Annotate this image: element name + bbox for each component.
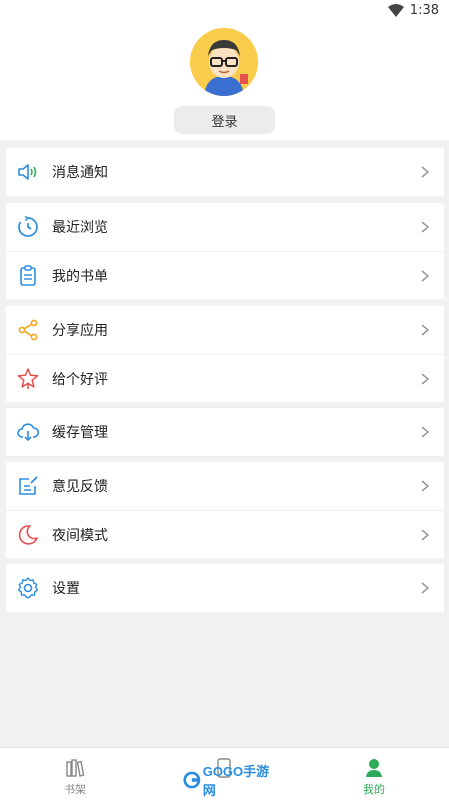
watermark-logo-icon [183,771,201,789]
menu-item-night-mode[interactable]: 夜间模式 [6,510,444,558]
status-bar: 1:38 [0,0,449,24]
menu-item-label: 给个好评 [52,372,108,388]
menu-item-settings[interactable]: 设置 [6,564,444,612]
menu-group-settings: 设置 [6,564,444,612]
menu-item-label: 消息通知 [52,165,108,181]
share-icon [18,319,38,341]
menu-group-feedback: 意见反馈 夜间模式 [6,462,444,558]
avatar-illustration [190,28,258,96]
chevron-right-icon [421,221,430,233]
gear-icon [17,577,39,599]
chevron-right-icon [421,324,430,336]
menu-group-share: 分享应用 给个好评 [6,306,444,402]
clipboard-icon [20,265,36,286]
wifi-icon [387,4,404,17]
menu-item-feedback[interactable]: 意见反馈 [6,462,444,510]
moon-icon [18,525,38,545]
cloud-download-icon [17,423,40,442]
chevron-right-icon [421,166,430,178]
chevron-right-icon [421,480,430,492]
menu-item-share[interactable]: 分享应用 [6,306,444,354]
watermark-text: GOGO手游网 [202,764,270,798]
profile-header: 登录 [0,24,449,140]
menu-group-cache: 缓存管理 [6,408,444,456]
menu-item-label: 夜间模式 [52,528,108,544]
chevron-right-icon [421,426,430,438]
menu-item-label: 缓存管理 [52,425,108,441]
menu-item-booklist[interactable]: 我的书单 [6,251,444,299]
bookshelf-icon [66,759,85,777]
menu-item-label: 意见反馈 [52,479,108,495]
clock-icon [18,215,38,237]
chevron-right-icon [421,529,430,541]
menu-item-label: 最近浏览 [52,220,108,236]
speaker-icon [18,164,37,180]
user-icon [366,759,382,777]
tab-mine[interactable]: 我的 [334,748,414,800]
menu-item-recent[interactable]: 最近浏览 [6,203,444,251]
tab-label: 我的 [363,783,385,796]
edit-icon [19,476,38,495]
menu-item-cache[interactable]: 缓存管理 [6,408,444,456]
status-time: 1:38 [409,3,439,18]
menu-group-notifications: 消息通知 [6,148,444,196]
menu-item-label: 分享应用 [52,323,108,339]
chevron-right-icon [421,373,430,385]
login-button[interactable]: 登录 [174,106,275,134]
tab-label: 书架 [64,783,86,796]
tab-bookshelf[interactable]: 书架 [35,748,115,800]
menu-item-rate[interactable]: 给个好评 [6,354,444,402]
menu-group-history: 最近浏览 我的书单 [6,203,444,299]
watermark: GOGO手游网 [183,764,273,798]
menu-item-label: 设置 [52,581,80,597]
chevron-right-icon [421,582,430,594]
menu-item-label: 我的书单 [52,269,108,285]
menu-item-notifications[interactable]: 消息通知 [6,148,444,196]
avatar[interactable] [190,28,258,96]
star-icon [17,368,39,389]
chevron-right-icon [421,270,430,282]
status-right: 1:38 [387,3,439,18]
